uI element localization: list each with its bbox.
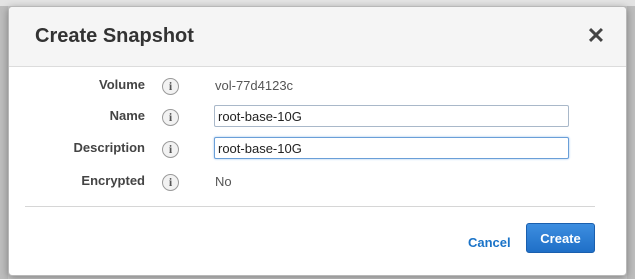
info-icon[interactable]: i [162, 109, 179, 126]
description-row: Description i [9, 136, 626, 162]
create-button[interactable]: Create [526, 223, 595, 253]
description-input[interactable] [214, 137, 569, 159]
encrypted-label: Encrypted [81, 173, 145, 188]
divider [25, 206, 595, 207]
encrypted-row: Encrypted i No [9, 169, 626, 195]
volume-label: Volume [99, 77, 145, 92]
name-input[interactable] [214, 105, 569, 127]
name-row: Name i [9, 104, 626, 130]
encrypted-value: No [215, 174, 232, 189]
cancel-button[interactable]: Cancel [468, 235, 511, 250]
dialog-title: Create Snapshot [35, 25, 194, 47]
close-icon[interactable]: ✕ [586, 25, 606, 47]
background-overlay-left [0, 6, 8, 279]
info-icon[interactable]: i [162, 78, 179, 95]
background-overlay-right [627, 6, 635, 279]
volume-value: vol-77d4123c [215, 78, 294, 93]
name-label: Name [109, 108, 145, 123]
info-icon[interactable]: i [162, 174, 179, 191]
description-label: Description [73, 140, 145, 155]
create-snapshot-dialog: Create Snapshot ✕ Volume i vol-77d4123c … [8, 6, 627, 276]
info-icon[interactable]: i [162, 141, 179, 158]
dialog-header: Create Snapshot ✕ [9, 7, 626, 67]
volume-row: Volume i vol-77d4123c [9, 73, 626, 99]
